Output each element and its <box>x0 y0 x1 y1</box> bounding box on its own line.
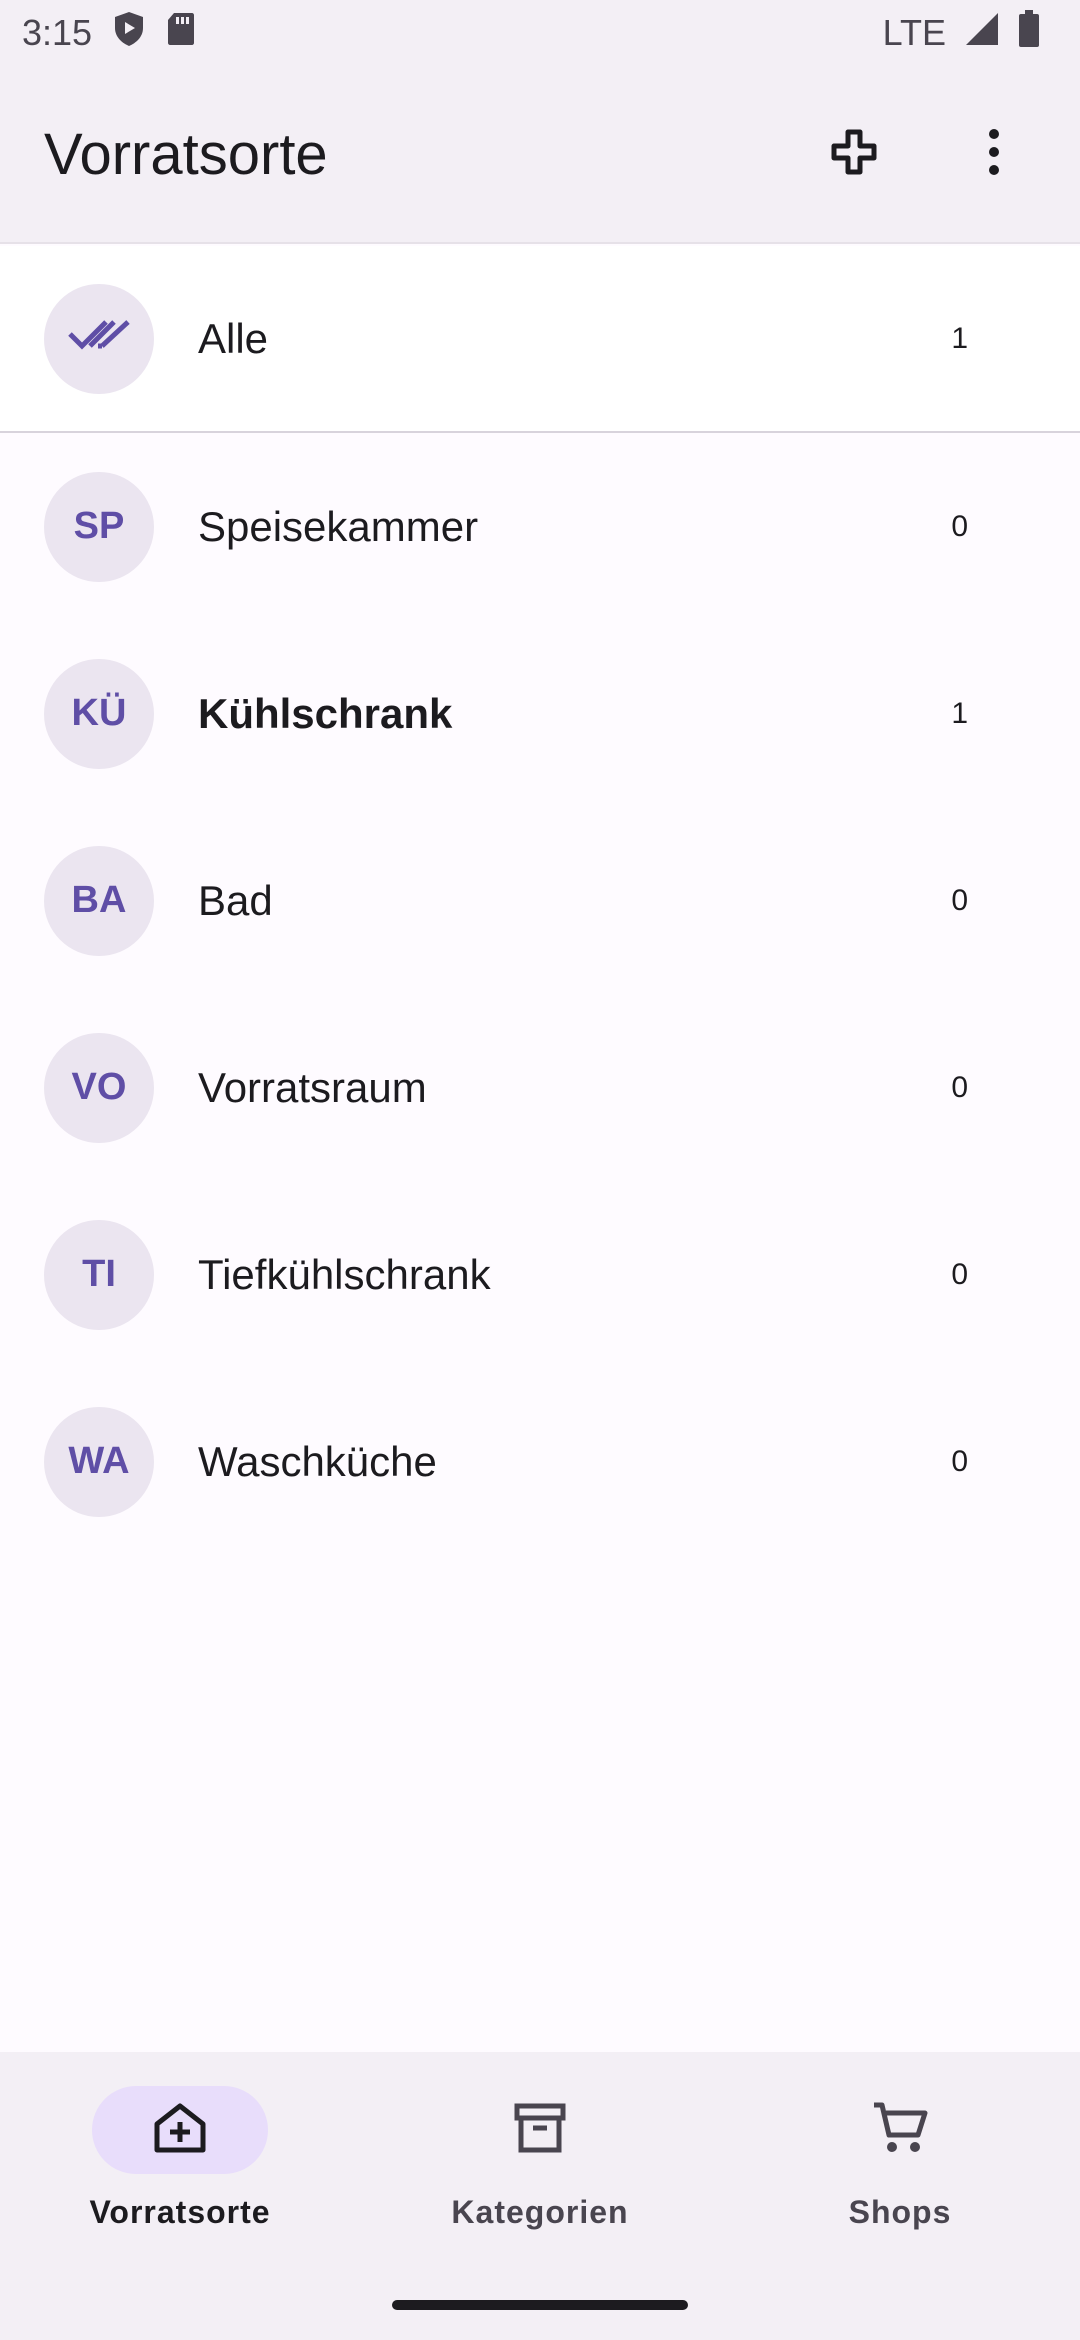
list-item[interactable]: TI Tiefkühlschrank 0 <box>0 1181 1080 1368</box>
bottom-navigation: Vorratsorte Kategorien Shops <box>0 2052 1080 2340</box>
list-item-label: Bad <box>198 876 273 924</box>
nav-item-shops[interactable]: Shops <box>750 2086 1050 2340</box>
list-item-label: Alle <box>198 314 269 362</box>
list-item-count: 0 <box>951 883 968 917</box>
nav-label: Shops <box>848 2194 952 2230</box>
list-item-count: 1 <box>951 321 968 355</box>
avatar: BA <box>44 845 154 956</box>
sd-card-icon <box>166 11 196 56</box>
avatar: WA <box>44 1406 154 1517</box>
archive-box-icon <box>514 2102 566 2159</box>
page-title: Vorratsorte <box>44 121 328 187</box>
status-right: LTE <box>882 9 1058 57</box>
list-item-all[interactable]: Alle 1 <box>0 246 1080 433</box>
signal-icon <box>964 11 1000 56</box>
top-app-bar: Vorratsorte <box>0 66 1080 244</box>
list-item-label: Tiefkühlschrank <box>198 1250 491 1298</box>
avatar: KÜ <box>44 658 154 769</box>
shield-icon <box>112 10 146 57</box>
list-item[interactable]: BA Bad 0 <box>0 807 1080 994</box>
list-item-label: Kühlschrank <box>198 689 453 737</box>
nav-icon-container <box>812 2086 988 2174</box>
nav-label: Kategorien <box>451 2194 629 2230</box>
battery-icon <box>1018 9 1040 57</box>
list-item-count: 0 <box>951 1257 968 1291</box>
shopping-cart-icon <box>872 2101 928 2160</box>
add-icon <box>830 128 878 181</box>
location-list: Alle 1 SP Speisekammer 0 KÜ Kühlschrank … <box>0 246 1080 1555</box>
nav-item-vorratsorte[interactable]: Vorratsorte <box>30 2086 330 2340</box>
list-item-count: 1 <box>951 696 968 730</box>
avatar <box>44 283 154 394</box>
list-item-count: 0 <box>951 1444 968 1478</box>
screen: 3:15 LTE Vorratsorte Alle 1 SP Speisekam… <box>0 0 1080 2340</box>
list-item-label: Vorratsraum <box>198 1063 427 1111</box>
app-bar-actions <box>812 112 1036 196</box>
nav-icon-container <box>452 2086 628 2174</box>
list-item[interactable]: SP Speisekammer 0 <box>0 433 1080 620</box>
list-item[interactable]: KÜ Kühlschrank 1 <box>0 620 1080 807</box>
network-type: LTE <box>882 12 946 53</box>
more-vert-icon <box>987 128 1001 181</box>
status-time: 3:15 <box>22 12 93 53</box>
list-item[interactable]: WA Waschküche 0 <box>0 1368 1080 1555</box>
list-item[interactable]: VO Vorratsraum 0 <box>0 994 1080 1181</box>
list-item-label: Waschküche <box>198 1437 437 1485</box>
home-add-icon <box>153 2102 207 2159</box>
avatar: SP <box>44 471 154 582</box>
avatar: TI <box>44 1219 154 1330</box>
home-indicator[interactable] <box>392 2300 688 2310</box>
status-bar: 3:15 LTE <box>0 0 1080 66</box>
nav-active-indicator <box>92 2086 268 2174</box>
add-location-button[interactable] <box>812 112 896 196</box>
list-item-label: Speisekammer <box>198 502 479 550</box>
list-item-count: 0 <box>951 1070 968 1104</box>
more-options-button[interactable] <box>952 112 1036 196</box>
list-item-count: 0 <box>951 509 968 543</box>
done-all-icon <box>66 314 132 364</box>
avatar: VO <box>44 1032 154 1143</box>
status-left: 3:15 <box>22 10 196 57</box>
nav-label: Vorratsorte <box>89 2194 271 2230</box>
